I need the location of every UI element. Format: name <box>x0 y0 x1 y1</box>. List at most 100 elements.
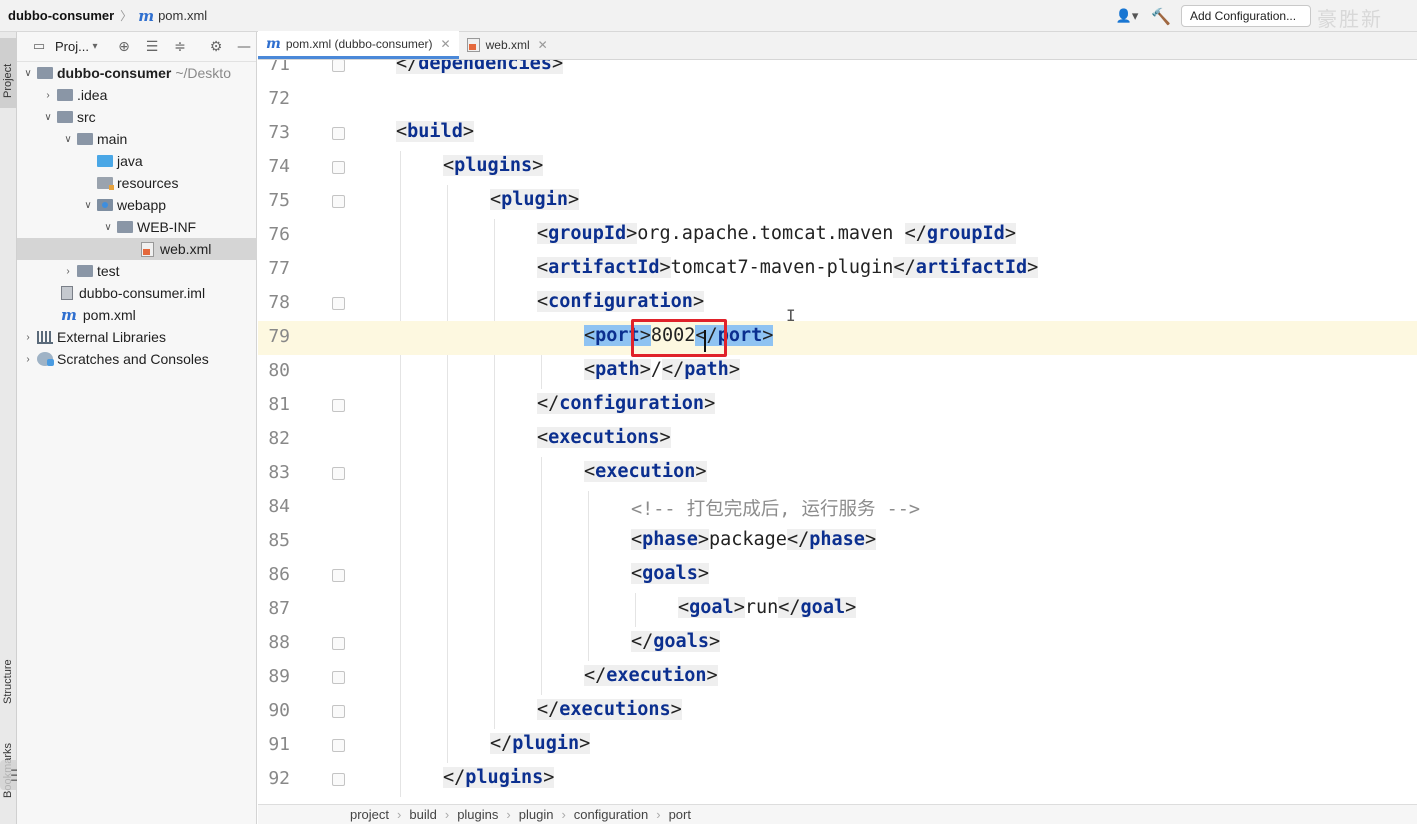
line-number[interactable]: 91 <box>262 734 290 755</box>
code-line[interactable]: 80 <path>/</path> <box>258 355 1417 389</box>
build-hammer-icon[interactable]: 🔨 <box>1151 7 1171 26</box>
breadcrumb-item[interactable]: project <box>350 807 389 822</box>
tree-item-src[interactable]: ∨ src <box>17 106 257 128</box>
line-number[interactable]: 85 <box>262 530 290 551</box>
code-line[interactable]: 77 <artifactId>tomcat7-maven-plugin</arti… <box>258 253 1417 287</box>
chevron-right-icon[interactable]: › <box>21 354 35 365</box>
collapse-all-icon[interactable]: ≑ <box>169 39 191 55</box>
chevron-down-icon[interactable]: ∨ <box>61 134 75 145</box>
fold-marker-icon[interactable] <box>332 127 345 140</box>
fold-marker-icon[interactable] <box>332 195 345 208</box>
user-account-icon[interactable]: 👤▾ <box>1113 6 1141 26</box>
tree-item-pom-xml[interactable]: m pom.xml <box>17 304 257 326</box>
code-line[interactable]: 88 </goals> <box>258 627 1417 661</box>
code-line[interactable]: 84 <!-- 打包完成后, 运行服务 --> <box>258 491 1417 525</box>
tree-item-java[interactable]: java <box>17 150 257 172</box>
chevron-right-icon[interactable]: › <box>61 266 75 277</box>
line-number[interactable]: 71 <box>262 60 290 75</box>
tree-item-web-inf[interactable]: ∨ WEB-INF <box>17 216 257 238</box>
chevron-down-icon[interactable]: ∨ <box>81 200 95 211</box>
tree-item-dubbo-consumer[interactable]: ∨ dubbo-consumer ~/Deskto <box>17 62 257 84</box>
line-number[interactable]: 92 <box>262 768 290 789</box>
chevron-down-icon[interactable]: ∨ <box>101 222 115 233</box>
line-number[interactable]: 81 <box>262 394 290 415</box>
fold-marker-icon[interactable] <box>332 399 345 412</box>
project-tool-tab[interactable]: Project <box>0 38 17 108</box>
line-number[interactable]: 80 <box>262 360 290 381</box>
tree-item-external-libraries[interactable]: › External Libraries <box>17 326 257 348</box>
expand-all-icon[interactable]: ☰ <box>141 39 163 55</box>
settings-gear-icon[interactable]: ⚙ <box>205 39 227 55</box>
line-number[interactable]: 72 <box>262 88 290 109</box>
tree-item-main[interactable]: ∨ main <box>17 128 257 150</box>
line-number[interactable]: 88 <box>262 632 290 653</box>
nav-project-crumb[interactable]: dubbo-consumer <box>8 8 114 23</box>
chevron-down-icon[interactable]: ∨ <box>41 112 55 123</box>
code-line[interactable]: 87 <goal>run</goal> <box>258 593 1417 627</box>
code-line[interactable]: 89 </execution> <box>258 661 1417 695</box>
line-number[interactable]: 83 <box>262 462 290 483</box>
line-number[interactable]: 86 <box>262 564 290 585</box>
project-view-selector[interactable]: Proj... <box>55 39 89 54</box>
code-line[interactable]: 71 </dependencies> <box>258 60 1417 83</box>
fold-marker-icon[interactable] <box>332 297 345 310</box>
code-line[interactable]: 86 <goals> <box>258 559 1417 593</box>
code-line[interactable]: 82 <executions> <box>258 423 1417 457</box>
close-icon[interactable]: ✕ <box>441 37 451 51</box>
line-number[interactable]: 79 <box>262 326 290 347</box>
line-number[interactable]: 84 <box>262 496 290 517</box>
code-line[interactable]: 79 <port>8002</port> <box>258 321 1417 355</box>
line-number[interactable]: 77 <box>262 258 290 279</box>
chevron-down-icon[interactable]: ∨ <box>21 68 35 79</box>
code-line[interactable]: 83 <execution> <box>258 457 1417 491</box>
fold-marker-icon[interactable] <box>332 671 345 684</box>
project-view-dropdown-icon[interactable]: ▾ <box>89 41 101 52</box>
locate-file-icon[interactable]: ⊕ <box>113 39 135 55</box>
code-editor[interactable]: 92 </plugins> 91 </plugin> 90 </executions> 89… <box>258 60 1417 804</box>
code-line[interactable]: 78 <configuration> <box>258 287 1417 321</box>
close-icon[interactable]: ✕ <box>538 38 548 52</box>
tree-item-test[interactable]: › test <box>17 260 257 282</box>
breadcrumb-item[interactable]: port <box>669 807 691 822</box>
code-line[interactable]: 76 <groupId>org.apache.tomcat.maven </gro… <box>258 219 1417 253</box>
code-line[interactable]: 81 </configuration> <box>258 389 1417 423</box>
line-number[interactable]: 73 <box>262 122 290 143</box>
tree-item-idea[interactable]: › .idea <box>17 84 257 106</box>
tree-item-web-xml[interactable]: web.xml <box>17 238 257 260</box>
tree-item-scratches[interactable]: › Scratches and Consoles <box>17 348 257 370</box>
line-number[interactable]: 90 <box>262 700 290 721</box>
add-configuration-button[interactable]: Add Configuration... <box>1181 5 1311 27</box>
line-number[interactable]: 89 <box>262 666 290 687</box>
code-line[interactable]: 75 <plugin> <box>258 185 1417 219</box>
fold-marker-icon[interactable] <box>332 569 345 582</box>
breadcrumb-item[interactable]: build <box>409 807 436 822</box>
tab-pom-xml[interactable]: m pom.xml (dubbo-consumer) ✕ <box>258 31 459 59</box>
line-number[interactable]: 82 <box>262 428 290 449</box>
fold-marker-icon[interactable] <box>332 467 345 480</box>
code-line[interactable]: 85 <phase>package</phase> <box>258 525 1417 559</box>
fold-marker-icon[interactable] <box>332 60 345 72</box>
code-line[interactable]: 92 </plugins> <box>258 763 1417 797</box>
structure-tool-tab[interactable]: Structure <box>0 642 17 722</box>
code-line[interactable]: 90 </executions> <box>258 695 1417 729</box>
line-number[interactable]: 78 <box>262 292 290 313</box>
line-number[interactable]: 74 <box>262 156 290 177</box>
breadcrumb-item[interactable]: configuration <box>574 807 648 822</box>
tree-item-webapp[interactable]: ∨ webapp <box>17 194 257 216</box>
tab-web-xml[interactable]: web.xml ✕ <box>459 31 556 59</box>
fold-marker-icon[interactable] <box>332 637 345 650</box>
fold-marker-icon[interactable] <box>332 705 345 718</box>
chevron-right-icon[interactable]: › <box>21 332 35 343</box>
code-line[interactable]: 72 <box>258 83 1417 117</box>
line-number[interactable]: 87 <box>262 598 290 619</box>
fold-marker-icon[interactable] <box>332 773 345 786</box>
fold-marker-icon[interactable] <box>332 739 345 752</box>
tree-item-resources[interactable]: resources <box>17 172 257 194</box>
line-number[interactable]: 76 <box>262 224 290 245</box>
code-line[interactable]: 91 </plugin> <box>258 729 1417 763</box>
breadcrumb-item[interactable]: plugin <box>519 807 554 822</box>
fold-marker-icon[interactable] <box>332 161 345 174</box>
hide-panel-icon[interactable]: — <box>233 39 255 55</box>
line-number[interactable]: 75 <box>262 190 290 211</box>
chevron-right-icon[interactable]: › <box>41 90 55 101</box>
